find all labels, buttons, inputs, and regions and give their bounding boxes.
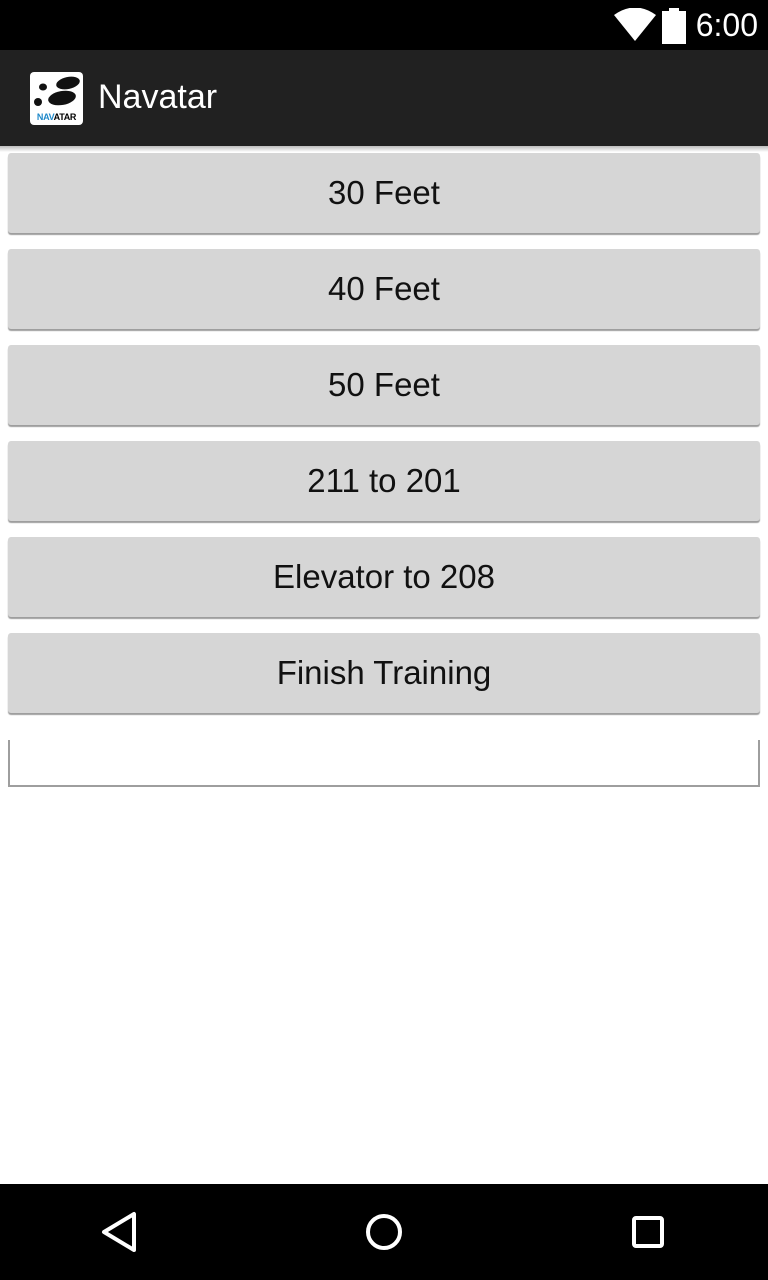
logo-wordmark: NAVATAR — [30, 112, 83, 122]
button-211-to-201[interactable]: 211 to 201 — [8, 441, 760, 521]
button-40-feet[interactable]: 40 Feet — [8, 249, 760, 329]
status-time: 6:00 — [695, 7, 758, 43]
back-icon[interactable] — [96, 1208, 144, 1256]
app-bar: NAVATAR Navatar — [0, 50, 768, 146]
finish-training-button[interactable]: Finish Training — [8, 633, 760, 713]
home-icon[interactable] — [360, 1208, 408, 1256]
status-bar: 6:00 — [0, 0, 768, 50]
logo-text-atar: ATAR — [53, 112, 77, 122]
button-50-feet[interactable]: 50 Feet — [8, 345, 760, 425]
app-title: Navatar — [98, 78, 218, 116]
battery-icon — [662, 8, 686, 44]
app-bar-shadow — [0, 146, 768, 152]
button-elevator-to-208[interactable]: Elevator to 208 — [8, 537, 760, 617]
text-field-background — [10, 740, 758, 778]
wifi-icon — [614, 8, 656, 41]
navatar-logo-icon[interactable]: NAVATAR — [30, 72, 83, 125]
button-30-feet[interactable]: 30 Feet — [8, 153, 760, 233]
navigation-bar — [0, 1184, 768, 1280]
logo-text-nav: NAV — [36, 112, 54, 122]
recent-apps-icon[interactable] — [624, 1208, 672, 1256]
button-list: 30 Feet 40 Feet 50 Feet 211 to 201 Eleva… — [8, 153, 760, 729]
